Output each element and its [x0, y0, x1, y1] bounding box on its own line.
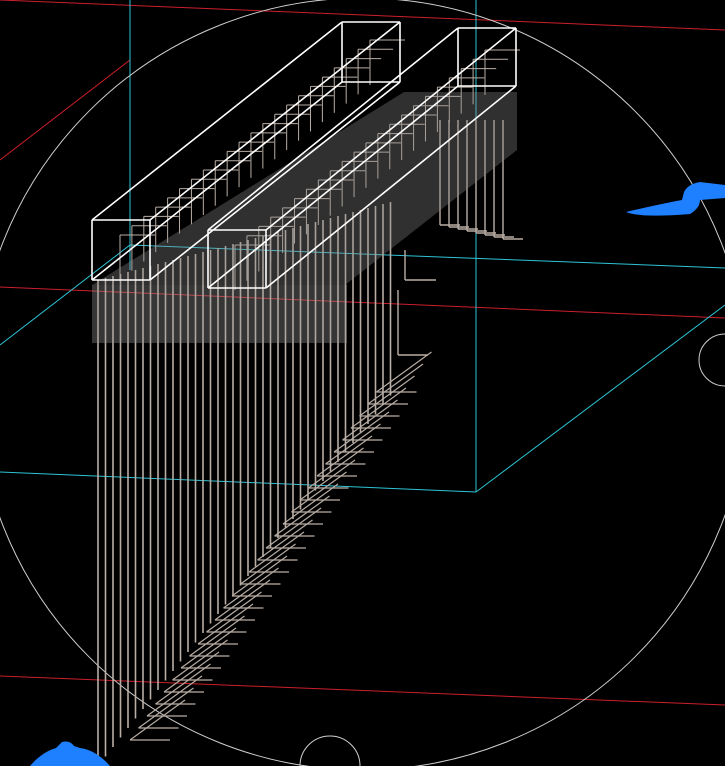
rebar-stirrup	[342, 399, 398, 441]
3d-viewport[interactable]	[0, 0, 725, 766]
grid-line	[0, 59, 131, 161]
orbit-navigation-circle[interactable]	[0, 0, 725, 766]
shade-face	[92, 285, 347, 343]
rebar-stirrup	[274, 495, 330, 537]
rebar-stirrup	[316, 435, 373, 477]
scene-canvas[interactable]	[0, 0, 725, 766]
grid-line	[0, 0, 725, 31]
rebar-stirrup	[350, 387, 407, 429]
grid-line	[0, 675, 725, 706]
orbit-ring[interactable]	[0, 0, 725, 766]
rebar-stirrup	[197, 603, 254, 645]
rebar-stirrup	[129, 699, 186, 741]
rebar-stirrup	[138, 687, 194, 729]
rebar-stirrup	[189, 615, 245, 657]
rebar-stirrup	[180, 627, 237, 669]
box-edge	[0, 471, 477, 493]
rebar-stirrup	[214, 579, 271, 621]
rebar-stirrup	[223, 567, 279, 609]
gizmo-right-icon[interactable]	[626, 182, 725, 216]
orbit-handle-bottom-icon[interactable]	[299, 735, 361, 766]
rebar-stirrup	[308, 447, 364, 489]
rebar-stirrup	[376, 351, 432, 393]
rebar-stirrup	[282, 483, 339, 525]
rebar-stirrup	[248, 531, 305, 573]
rebar-stirrup	[333, 411, 390, 453]
rebar-stirrup	[206, 591, 262, 633]
orbit-handle-right-icon[interactable]	[698, 333, 725, 387]
box-edge	[475, 304, 725, 493]
